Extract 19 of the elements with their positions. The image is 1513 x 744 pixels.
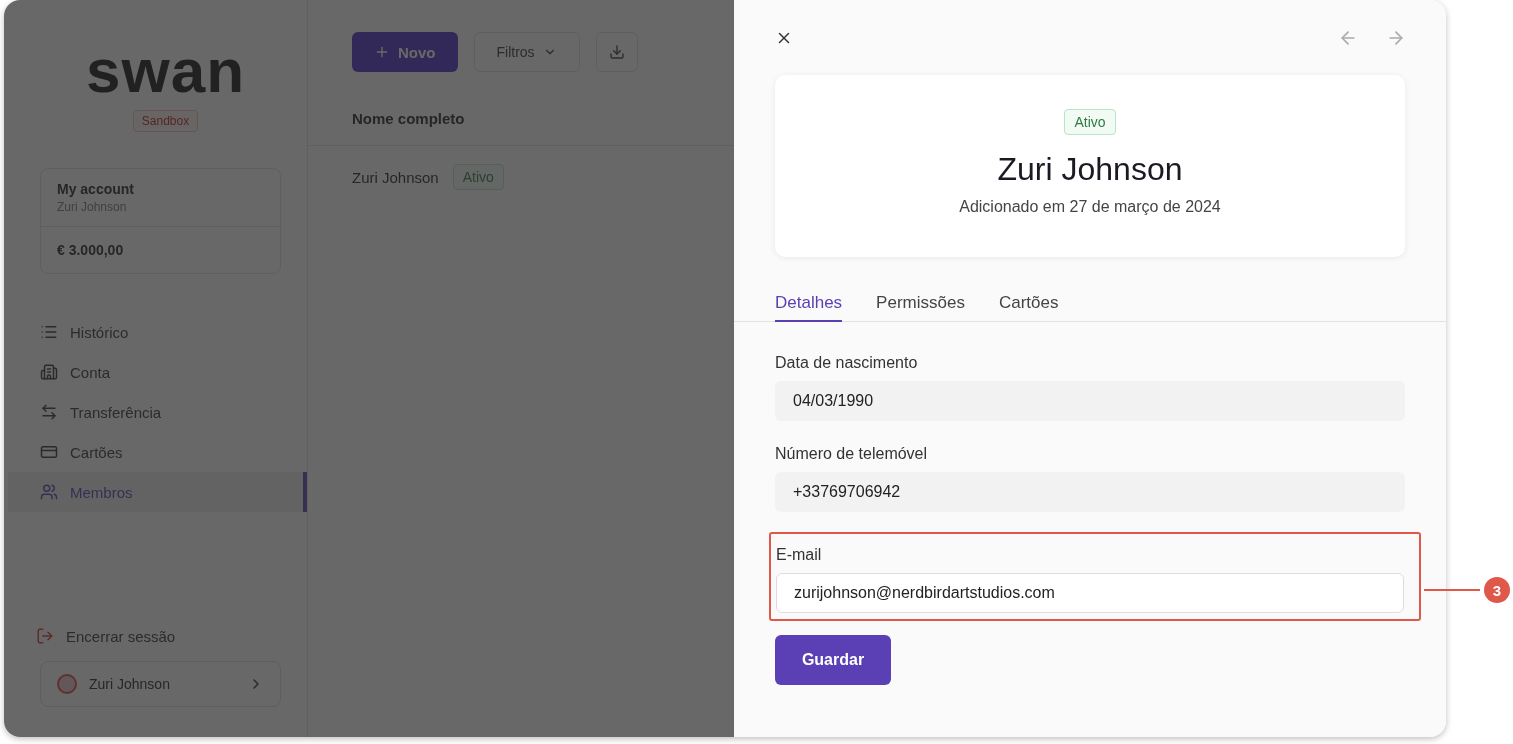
tab[interactable]: Cartões	[998, 293, 1059, 322]
member-name: Zuri Johnson	[352, 168, 439, 186]
member-name: Zuri Johnson	[997, 151, 1183, 188]
status-badge: Ativo	[1064, 109, 1116, 135]
field-label: Número de telemóvel	[775, 445, 929, 463]
leader-line	[1424, 589, 1480, 591]
added-date: Adicionado em 27 de março de 2024	[959, 198, 1221, 216]
input-field[interactable]: 04/03/1990	[775, 381, 1405, 421]
callout-number: 3	[1484, 577, 1510, 603]
save-button[interactable]: Guardar	[775, 635, 891, 685]
tab[interactable]: Detalhes	[775, 293, 843, 322]
account-title: My account	[57, 181, 135, 197]
tab[interactable]: Permissões	[876, 293, 965, 322]
input-field[interactable]: +33769706942	[775, 472, 1405, 512]
field-label: Data de nascimento	[775, 354, 919, 372]
logo: swan	[85, 40, 246, 102]
field-label: E-mail	[776, 546, 823, 564]
input-field[interactable]: zurijohnson@nerdbirdartstudios.com	[776, 573, 1404, 613]
account-balance: € 3.000,00	[57, 242, 124, 258]
